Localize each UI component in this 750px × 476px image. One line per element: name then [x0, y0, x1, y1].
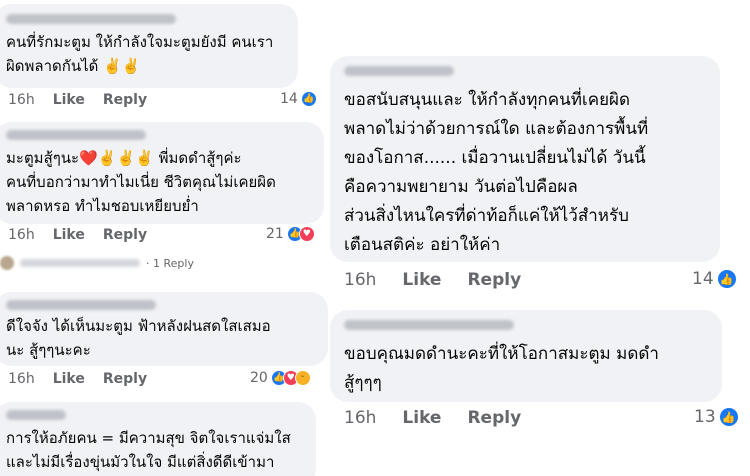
view-replies-link[interactable]: · 1 Reply [0, 256, 194, 270]
like-button[interactable]: Like [402, 408, 441, 428]
like-button[interactable]: Like [53, 92, 85, 108]
comment-bubble-5: ขอสนับสนุนและ ให้กำลังทุกคนที่เคยผิด พลา… [330, 56, 720, 262]
blurred-author-name[interactable] [344, 320, 514, 330]
replier-avatar [0, 256, 14, 270]
comment-actions: 16h Like Reply [8, 227, 147, 243]
comment-actions: 16h Like Reply [344, 270, 521, 290]
comment-bubble-3: ดีใจจัง ได้เห็นมะตูม ฟ้าหลังฝนสดใสเสมอ น… [0, 292, 328, 366]
reply-button[interactable]: Reply [467, 270, 521, 290]
comment-bubble-4: การให้อภัยคน = มีความสุข จิตใจเราแจ่มใส … [0, 402, 316, 476]
like-icon: 👍 [716, 269, 737, 289]
reply-button[interactable]: Reply [103, 371, 147, 387]
comment-bubble-2: มะตูมสู้ๆนะ❤️✌️✌️✌️ พี่มดดำสู้ๆค่ะ คนที่… [0, 122, 324, 224]
comment-actions: 16h Like Reply [344, 408, 521, 428]
reaction-count: 13 [694, 407, 716, 427]
haha-icon: ᵕ [294, 370, 311, 386]
like-icon: 👍 [718, 407, 739, 427]
blurred-author-name[interactable] [6, 300, 156, 310]
like-button[interactable]: Like [402, 270, 441, 290]
reaction-count: 21 [266, 226, 284, 242]
reaction-summary[interactable]: 21 👍 ♥ [266, 226, 315, 242]
comment-actions: 16h Like Reply [8, 371, 147, 387]
comment-text: มะตูมสู้ๆนะ❤️✌️✌️✌️ พี่มดดำสู้ๆค่ะ คนที่… [6, 149, 276, 215]
timestamp[interactable]: 16h [8, 227, 35, 243]
timestamp[interactable]: 16h [8, 92, 35, 108]
reaction-summary[interactable]: 14 👍 [692, 269, 737, 289]
comment-bubble-1: คนที่รักมะตูม ให้กำลังใจมะตูมยังมี คนเรา… [0, 4, 298, 88]
reaction-count: 14 [692, 269, 714, 289]
comment-actions: 16h Like Reply [8, 92, 147, 108]
reaction-summary[interactable]: 20 👍 ♥ ᵕ [250, 370, 311, 386]
reaction-count: 20 [250, 370, 268, 386]
timestamp[interactable]: 16h [8, 371, 35, 387]
reply-button[interactable]: Reply [103, 92, 147, 108]
like-button[interactable]: Like [53, 227, 85, 243]
blurred-replier-name [20, 259, 140, 267]
reaction-summary[interactable]: 13 👍 [694, 407, 739, 427]
reaction-count: 14 [280, 91, 298, 107]
reaction-summary[interactable]: 14 👍 [280, 91, 317, 107]
comment-text: ขอบคุณมดดำนะคะที่ให้โอกาสมะตูม มดดำ สู้ๆ… [344, 344, 659, 393]
blurred-author-name[interactable] [344, 66, 454, 76]
reply-count-label[interactable]: · 1 Reply [146, 257, 194, 270]
comment-text: ขอสนับสนุนและ ให้กำลังทุกคนที่เคยผิด พลา… [344, 90, 649, 255]
blurred-author-name[interactable] [6, 410, 66, 420]
comment-text: ดีใจจัง ได้เห็นมะตูม ฟ้าหลังฝนสดใสเสมอ น… [6, 317, 271, 359]
comment-text: คนที่รักมะตูม ให้กำลังใจมะตูมยังมี คนเรา… [6, 33, 274, 75]
like-icon: 👍 [300, 91, 317, 107]
heart-icon: ♥ [298, 226, 315, 242]
reply-button[interactable]: Reply [103, 227, 147, 243]
reply-button[interactable]: Reply [467, 408, 521, 428]
blurred-author-name[interactable] [6, 14, 176, 24]
like-button[interactable]: Like [53, 371, 85, 387]
blurred-author-name[interactable] [6, 130, 146, 140]
timestamp[interactable]: 16h [344, 270, 376, 290]
timestamp[interactable]: 16h [344, 408, 376, 428]
comment-bubble-6: ขอบคุณมดดำนะคะที่ให้โอกาสมะตูม มดดำ สู้ๆ… [330, 310, 722, 402]
comment-text: การให้อภัยคน = มีความสุข จิตใจเราแจ่มใส … [6, 429, 291, 471]
